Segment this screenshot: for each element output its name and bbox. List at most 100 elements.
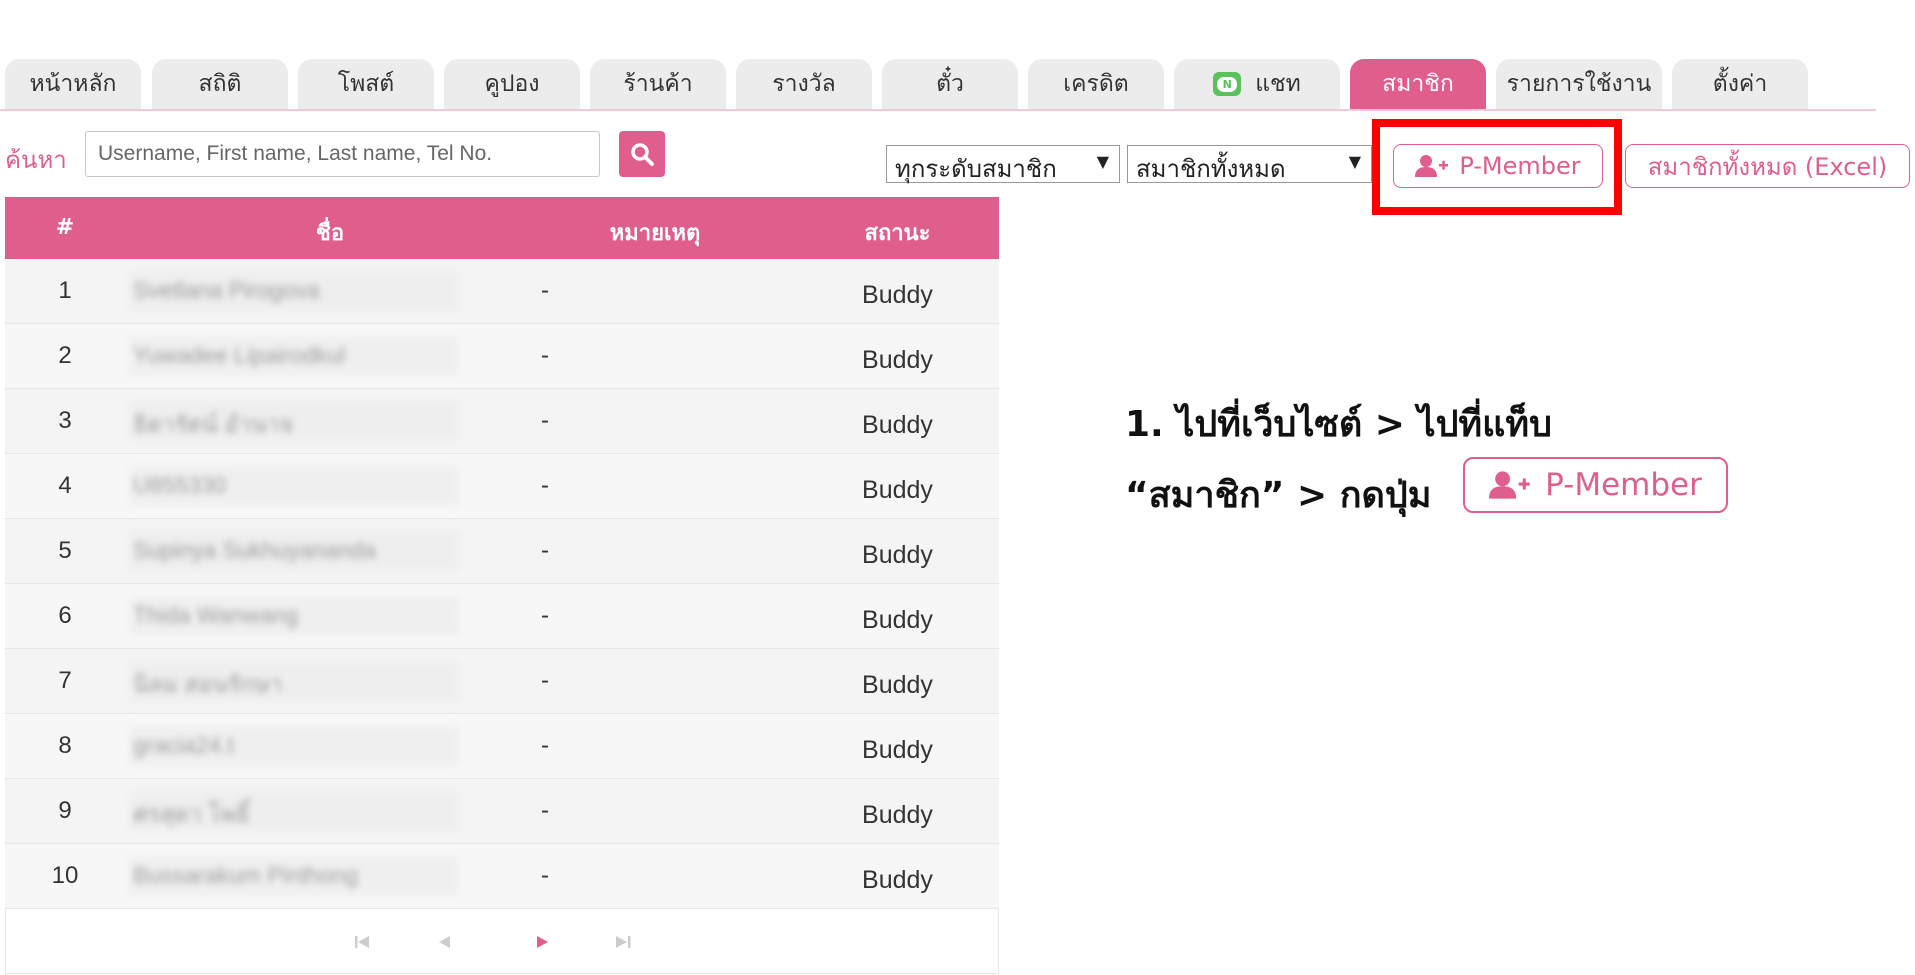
cell-num: 6 — [58, 602, 72, 629]
table-pager — [5, 909, 999, 974]
p-member-button-illustration: P-Member — [1463, 457, 1728, 513]
cell-name: Yuwadee Lipairodkul — [129, 336, 459, 376]
tab-stats[interactable]: สถิติ — [152, 59, 288, 109]
tab-label: รายการใช้งาน — [1506, 71, 1652, 97]
main-tabs: หน้าหลัก สถิติ โพสต์ คูปอง ร้านค้า รางวั… — [0, 59, 1876, 111]
tab-label: หน้าหลัก — [29, 71, 117, 97]
cell-status: Buddy — [862, 411, 933, 439]
add-user-icon — [1415, 155, 1449, 177]
tab-label: คูปอง — [484, 71, 540, 97]
col-header-note: หมายเหตุ — [609, 221, 701, 246]
cell-name: นิลม สอนรักษา — [129, 661, 459, 701]
cell-name: Supinya Sukhuyananda — [129, 531, 459, 571]
tab-rewards[interactable]: รางวัล — [736, 59, 872, 109]
tab-posts[interactable]: โพสต์ — [298, 59, 434, 109]
cell-status: Buddy — [862, 801, 933, 829]
member-type-select[interactable]: สมาชิกทั้งหมด ▼ — [1127, 145, 1372, 183]
tab-settings[interactable]: ตั้งค่า — [1672, 59, 1808, 109]
instruction-step-1: 1. ไปที่เว็บไซต์ > ไปที่แท็บ — [1125, 404, 1552, 445]
cell-note: - — [541, 537, 549, 564]
cell-num: 4 — [58, 472, 72, 499]
tab-label: สถิติ — [198, 71, 242, 97]
cell-name: U855330 — [129, 466, 459, 506]
member-level-select[interactable]: ทุกระดับสมาชิก ▼ — [886, 145, 1120, 183]
p-member-label: P-Member — [1459, 152, 1581, 180]
search-icon — [631, 143, 654, 166]
table-row[interactable]: 1 Svetlana Pirogova - Buddy — [5, 259, 999, 324]
members-table: # ชื่อ หมายเหตุ สถานะ 1 Svetlana Pirogova… — [5, 197, 999, 974]
first-page-icon[interactable] — [355, 935, 371, 949]
search-button[interactable] — [619, 131, 665, 177]
cell-status: Buddy — [862, 736, 933, 764]
tab-label: สมาชิก — [1382, 71, 1454, 97]
next-page-icon[interactable] — [536, 935, 550, 949]
cell-note: - — [541, 602, 549, 629]
member-type-value: สมาชิกทั้งหมด — [1136, 155, 1286, 183]
chevron-down-icon: ▼ — [1348, 152, 1361, 171]
cell-num: 9 — [58, 797, 72, 824]
cell-num: 10 — [51, 862, 79, 889]
cell-name: Thida Wanwang — [129, 596, 459, 636]
tab-label: เครดิต — [1063, 71, 1129, 97]
tab-chat[interactable]: N แชท — [1174, 59, 1340, 109]
tab-label: ตั้งค่า — [1712, 71, 1768, 97]
search-label: ค้นหา — [5, 146, 67, 174]
tab-credit[interactable]: เครดิต — [1028, 59, 1164, 109]
table-header: # ชื่อ หมายเหตุ สถานะ — [5, 197, 999, 259]
cell-note: - — [541, 472, 549, 499]
tab-label: ร้านค้า — [623, 71, 693, 97]
cell-note: - — [541, 732, 549, 759]
tab-coupons[interactable]: คูปอง — [444, 59, 580, 109]
cell-num: 3 — [58, 407, 72, 434]
table-row[interactable]: 3 ธิดารัตน์ อำนาจ - Buddy — [5, 389, 999, 454]
cell-status: Buddy — [862, 866, 933, 894]
export-excel-button[interactable]: สมาชิกทั้งหมด (Excel) — [1625, 144, 1910, 188]
cell-status: Buddy — [862, 476, 933, 504]
tab-tickets[interactable]: ตั๋ว — [882, 59, 1018, 109]
cell-name: ธิดารัตน์ อำนาจ — [129, 401, 459, 441]
cell-num: 7 — [58, 667, 72, 694]
table-row[interactable]: 4 U855330 - Buddy — [5, 454, 999, 519]
member-level-value: ทุกระดับสมาชิก — [895, 155, 1057, 183]
cell-note: - — [541, 797, 549, 824]
tab-home[interactable]: หน้าหลัก — [5, 59, 141, 109]
cell-num: 1 — [58, 277, 72, 304]
cell-note: - — [541, 342, 549, 369]
table-row[interactable]: 8 gracia24.t - Buddy — [5, 714, 999, 779]
cell-status: Buddy — [862, 606, 933, 634]
table-row[interactable]: 6 Thida Wanwang - Buddy — [5, 584, 999, 649]
prev-page-icon[interactable] — [438, 935, 452, 949]
cell-status: Buddy — [862, 346, 933, 374]
cell-num: 8 — [58, 732, 72, 759]
table-row[interactable]: 5 Supinya Sukhuyananda - Buddy — [5, 519, 999, 584]
tab-label: รางวัล — [772, 71, 836, 97]
cell-num: 5 — [58, 537, 72, 564]
cell-name: ศรสุดา โพธิ์ — [129, 791, 459, 831]
col-header-name: ชื่อ — [315, 221, 345, 246]
table-row[interactable]: 10 Bussarakum Pinthong - Buddy — [5, 844, 999, 909]
tab-activity[interactable]: รายการใช้งาน — [1496, 59, 1662, 109]
tab-shop[interactable]: ร้านค้า — [590, 59, 726, 109]
cell-num: 2 — [58, 342, 72, 369]
tab-members[interactable]: สมาชิก — [1350, 59, 1486, 109]
cell-status: Buddy — [862, 541, 933, 569]
col-header-num: # — [55, 215, 75, 240]
cell-note: - — [541, 407, 549, 434]
p-member-button[interactable]: P-Member — [1393, 144, 1603, 188]
last-page-icon[interactable] — [615, 935, 631, 949]
table-body: 1 Svetlana Pirogova - Buddy 2 Yuwadee Lipairo… — [5, 259, 999, 909]
table-row[interactable]: 9 ศรสุดา โพธิ์ - Buddy — [5, 779, 999, 844]
cell-name: Bussarakum Pinthong — [129, 856, 459, 896]
cell-note: - — [541, 667, 549, 694]
cell-status: Buddy — [862, 671, 933, 699]
table-row[interactable]: 7 นิลม สอนรักษา - Buddy — [5, 649, 999, 714]
instruction-step-1-cont: “สมาชิก” > กดปุ่ม — [1125, 475, 1432, 516]
table-row[interactable]: 2 Yuwadee Lipairodkul - Buddy — [5, 324, 999, 389]
export-excel-label: สมาชิกทั้งหมด (Excel) — [1647, 152, 1888, 181]
add-user-icon — [1489, 471, 1530, 499]
search-input[interactable] — [85, 131, 600, 177]
p-member-illustration-label: P-Member — [1545, 467, 1702, 503]
cell-status: Buddy — [862, 281, 933, 309]
tab-label: โพสต์ — [337, 71, 395, 97]
cell-note: - — [541, 277, 549, 304]
